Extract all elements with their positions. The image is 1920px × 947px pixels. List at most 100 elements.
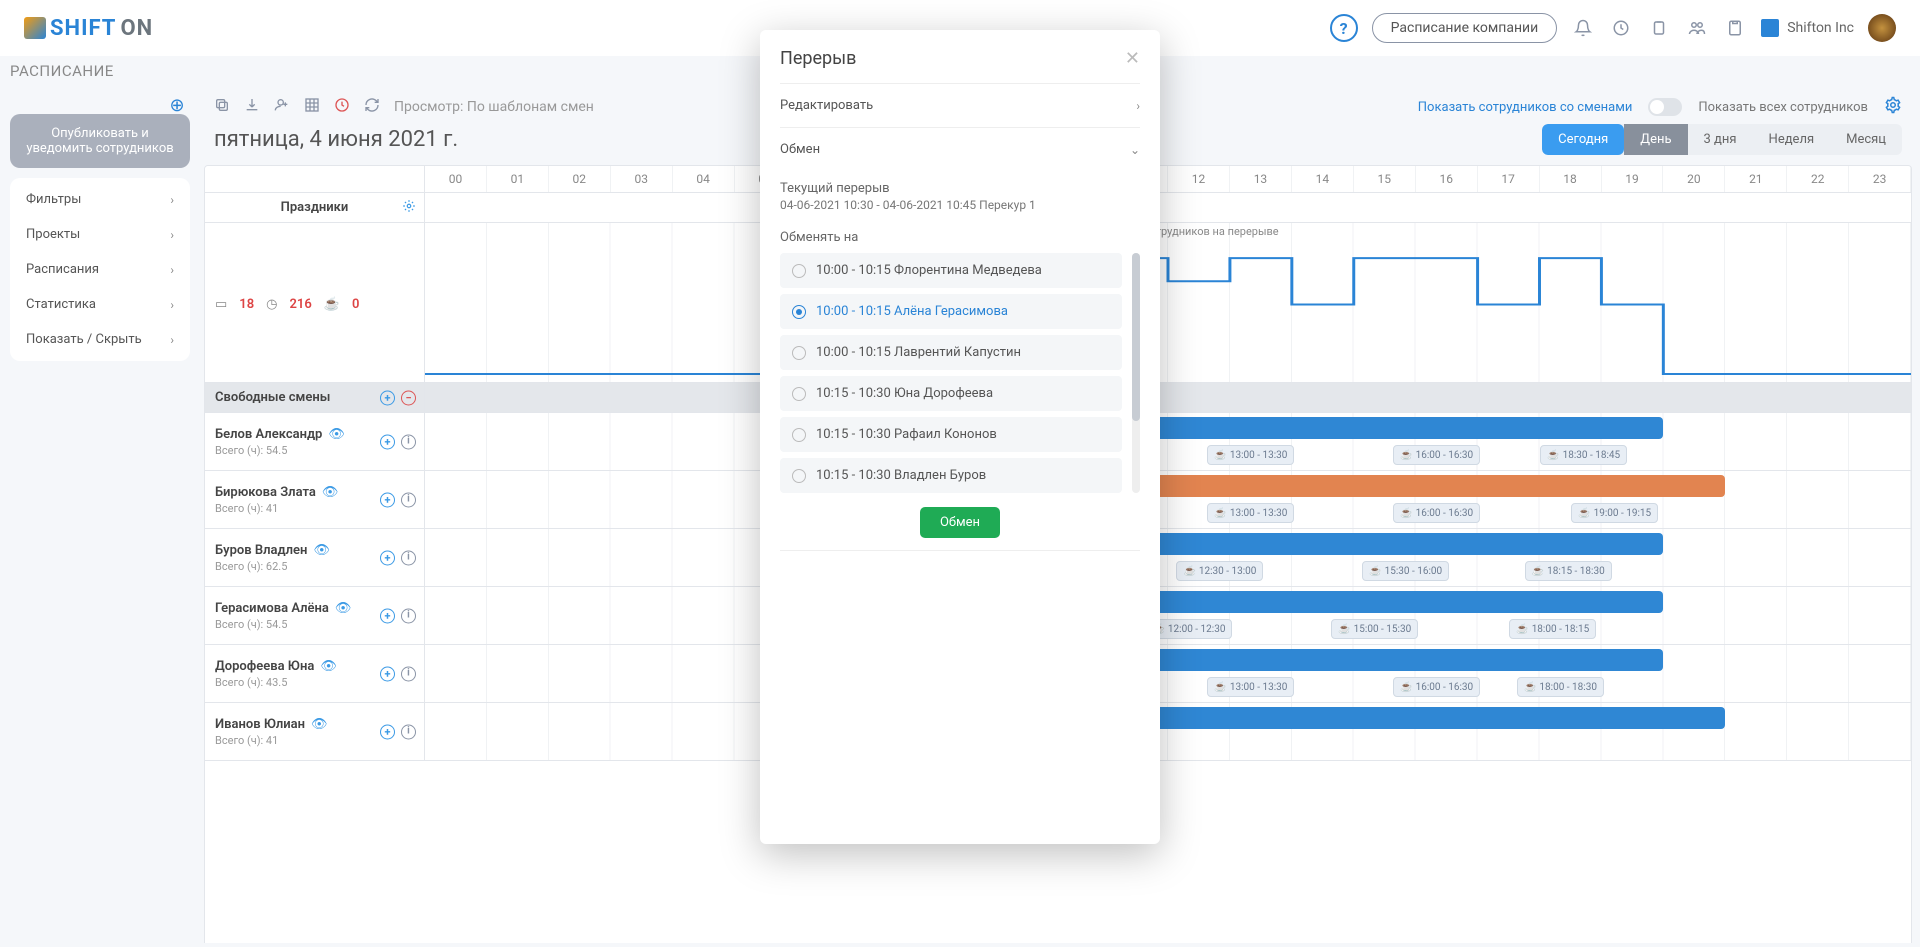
sidebar-item-filters[interactable]: Фильтры› (10, 182, 190, 217)
clock-icon[interactable] (1609, 16, 1633, 40)
break-label: 12:00 - 12:30 (1168, 624, 1226, 635)
gear-icon[interactable] (402, 199, 416, 217)
scrollbar-thumb[interactable] (1132, 253, 1140, 421)
break-pill[interactable]: ☕19:00 - 19:15 (1571, 503, 1658, 523)
break-pill[interactable]: ☕18:00 - 18:15 (1509, 619, 1596, 639)
add-icon[interactable]: + (380, 492, 395, 507)
help-icon[interactable]: ? (1330, 14, 1358, 42)
add-icon[interactable]: + (380, 608, 395, 623)
show-all-link[interactable]: Показать всех сотрудников (1698, 100, 1868, 115)
chevron-right-icon: › (170, 298, 174, 312)
download-icon[interactable] (244, 97, 260, 117)
employee-name: Герасимова Алёна (215, 601, 329, 616)
break-pill[interactable]: ☕12:30 - 13:00 (1176, 561, 1263, 581)
modal-exchange-section[interactable]: Обмен ⌄ (780, 127, 1140, 171)
refresh-icon[interactable] (364, 97, 380, 117)
sidebar-item-schedules[interactable]: Расписания› (10, 252, 190, 287)
company-selector[interactable]: Shifton Inc (1761, 19, 1854, 37)
cup-icon: ☕ (1400, 508, 1412, 519)
eye-icon[interactable]: 👁 (335, 601, 352, 616)
eye-icon[interactable]: 👁 (322, 485, 339, 500)
break-pill[interactable]: ☕16:00 - 16:30 (1393, 503, 1480, 523)
tab-3days[interactable]: 3 дня (1688, 124, 1753, 155)
info-icon[interactable]: i (401, 434, 416, 449)
show-with-shifts-link[interactable]: Показать сотрудников со сменами (1418, 100, 1633, 115)
info-icon[interactable]: i (401, 666, 416, 681)
gear-icon[interactable] (1884, 96, 1902, 118)
swap-option-label: 10:00 - 10:15 Алёна Герасимова (816, 304, 1008, 319)
modal-edit-section[interactable]: Редактировать › (780, 83, 1140, 127)
add-icon[interactable]: + (380, 550, 395, 565)
eye-icon[interactable]: 👁 (311, 717, 328, 732)
grid-icon[interactable] (304, 97, 320, 117)
break-pill[interactable]: ☕18:00 - 18:30 (1517, 677, 1604, 697)
hour-header: 02 (549, 166, 611, 192)
add-icon[interactable]: + (380, 390, 395, 405)
break-pill[interactable]: ☕16:00 - 16:30 (1393, 677, 1480, 697)
users-icon[interactable] (1685, 16, 1709, 40)
chevron-right-icon: › (1136, 99, 1140, 113)
swap-option[interactable]: 10:15 - 10:30 Юна Дорофеева (780, 376, 1122, 411)
close-icon[interactable]: ✕ (1125, 48, 1140, 69)
tab-week[interactable]: Неделя (1753, 124, 1831, 155)
info-icon[interactable]: i (401, 608, 416, 623)
swap-option[interactable]: 10:00 - 10:15 Флорентина Медведева (780, 253, 1122, 288)
avatar[interactable] (1868, 14, 1896, 42)
remove-icon[interactable]: − (401, 390, 416, 405)
info-icon[interactable]: i (401, 550, 416, 565)
tab-month[interactable]: Месяц (1830, 124, 1902, 155)
bell-icon[interactable] (1571, 16, 1595, 40)
swap-option[interactable]: 10:00 - 10:15 Алёна Герасимова (780, 294, 1122, 329)
company-schedule-button[interactable]: Расписание компании (1372, 13, 1558, 43)
sidebar-item-label: Расписания (26, 262, 99, 277)
sidebar-item-projects[interactable]: Проекты› (10, 217, 190, 252)
scrollbar[interactable] (1132, 253, 1140, 493)
info-icon[interactable]: i (401, 492, 416, 507)
break-pill[interactable]: ☕13:00 - 13:30 (1207, 677, 1294, 697)
break-pill[interactable]: ☕18:30 - 18:45 (1540, 445, 1627, 465)
break-pill[interactable]: ☕15:30 - 16:00 (1362, 561, 1449, 581)
tasks-icon[interactable] (1723, 16, 1747, 40)
hour-header: 12 (1168, 166, 1230, 192)
break-label: 15:00 - 15:30 (1354, 624, 1412, 635)
tab-today[interactable]: Сегодня (1542, 124, 1624, 155)
row-track[interactable]: 08:00 - 20:00☕10:15 - 10:30☕13:00 - 13:3… (425, 645, 1911, 702)
current-break-value: 04-06-2021 10:30 - 04-06-2021 10:45 Пере… (780, 196, 1140, 220)
sidebar-item-show-hide[interactable]: Показать / Скрыть› (10, 322, 190, 357)
eye-icon[interactable]: 👁 (320, 659, 337, 674)
swap-button[interactable]: Обмен (920, 507, 1000, 538)
employees-toggle[interactable] (1648, 98, 1682, 116)
swap-option-label: 10:15 - 10:30 Владлен Буров (816, 468, 986, 483)
add-user-icon[interactable] (274, 97, 290, 117)
eye-icon[interactable]: 👁 (328, 427, 345, 442)
logo[interactable]: SHIFTON (24, 16, 153, 41)
swap-options-list[interactable]: 10:00 - 10:15 Флорентина Медведева 10:00 … (780, 253, 1126, 493)
row-track[interactable]: ☕10:30☕12:30 - 13:00☕15:30 - 16:00☕18:15… (425, 529, 1911, 586)
break-pill[interactable]: ☕18:15 - 18:30 (1525, 561, 1612, 581)
collapse-sidebar-icon[interactable]: ⊕ (166, 94, 188, 116)
copy-icon[interactable] (214, 97, 230, 117)
info-icon[interactable]: i (401, 724, 416, 739)
row-track[interactable]: 09:00 - 21:00 (425, 703, 1911, 760)
clipboard-icon[interactable] (1647, 16, 1671, 40)
add-icon[interactable]: + (380, 666, 395, 681)
break-pill[interactable]: ☕13:00 - 13:30 (1207, 445, 1294, 465)
break-pill[interactable]: ☕13:00 - 13:30 (1207, 503, 1294, 523)
sidebar-item-statistics[interactable]: Статистика› (10, 287, 190, 322)
swap-option[interactable]: 10:15 - 10:30 Рафаил Кононов (780, 417, 1122, 452)
row-track[interactable]: ☕10:30 - 10:45☕13:00 - 13:30☕16:00 - 16:… (425, 413, 1911, 470)
break-pill[interactable]: ☕16:00 - 16:30 (1393, 445, 1480, 465)
swap-option[interactable]: 10:00 - 10:15 Лаврентий Капустин (780, 335, 1122, 370)
cup-icon: ☕ (1214, 508, 1226, 519)
clock-red-icon[interactable] (334, 97, 350, 117)
add-icon[interactable]: + (380, 434, 395, 449)
row-track[interactable]: 08:00 - 20:00☕10:00 - 10:15☕12:00 - 12:3… (425, 587, 1911, 644)
add-icon[interactable]: + (380, 724, 395, 739)
sidebar-item-label: Фильтры (26, 192, 81, 207)
break-pill[interactable]: ☕15:00 - 15:30 (1331, 619, 1418, 639)
eye-icon[interactable]: 👁 (313, 543, 330, 558)
tab-day[interactable]: День (1624, 124, 1687, 155)
swap-option[interactable]: 10:15 - 10:30 Владлен Буров (780, 458, 1122, 493)
row-track[interactable]: ☕11:15☕13:00 - 13:30☕16:00 - 16:30☕19:00… (425, 471, 1911, 528)
publish-button[interactable]: Опубликовать и уведомить сотрудников (10, 114, 190, 168)
